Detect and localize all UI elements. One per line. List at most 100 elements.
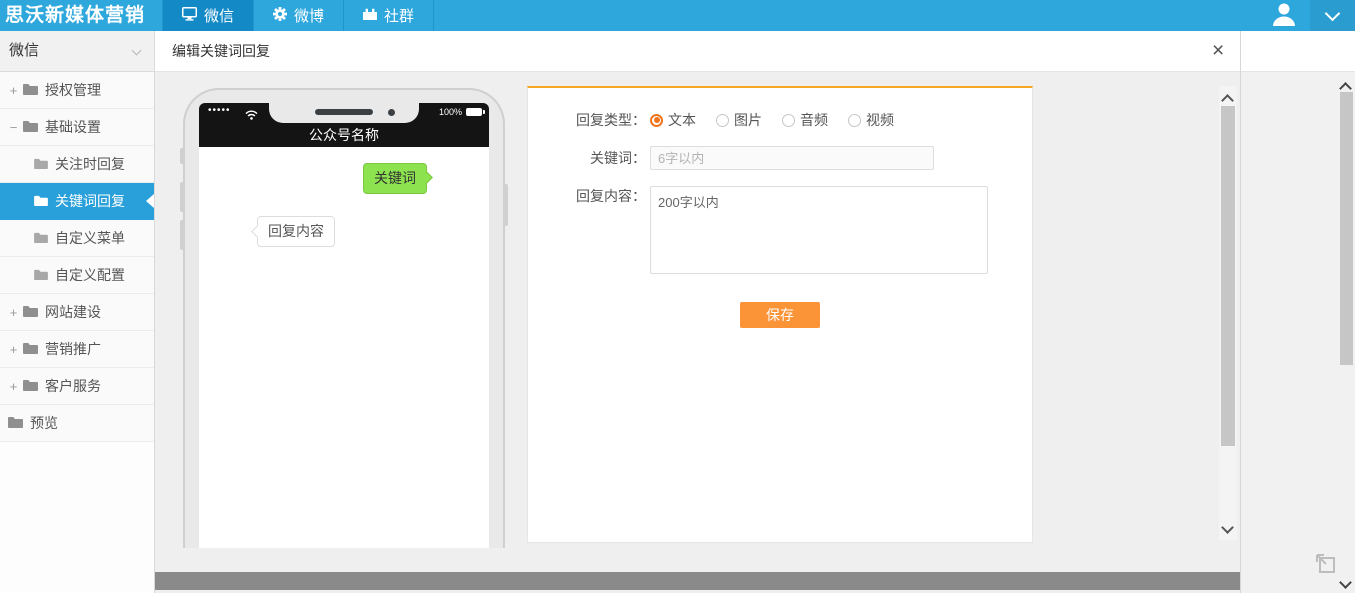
tab-weixin[interactable]: 微信 [162, 0, 253, 31]
sidebar: 微信 + 授权管理 − 基础设置 关注时回复 关键词回复 自定义菜单 [0, 31, 155, 593]
radio-option-video[interactable]: 视频 [848, 110, 894, 130]
sidebar-item-kehufuwu[interactable]: + 客户服务 [0, 368, 154, 405]
sidebar-section-header[interactable]: 微信 [0, 31, 154, 72]
wifi-icon [245, 107, 258, 125]
folder-icon [34, 156, 48, 172]
keyword-bubble: 关键词 [363, 163, 427, 194]
keyword-input[interactable] [650, 146, 934, 170]
chevron-down-icon [1325, 5, 1341, 21]
expand-plus-icon[interactable]: + [8, 379, 19, 394]
battery-percent: 100% [439, 107, 462, 117]
sidebar-item-jichushezhi[interactable]: − 基础设置 [0, 109, 154, 146]
tab-weibo[interactable]: 微博 [253, 0, 343, 31]
expand-plus-icon[interactable]: + [8, 83, 19, 98]
sidebar-item-guanjiancihuifu[interactable]: 关键词回复 [0, 183, 154, 220]
reply-content-textarea[interactable]: 200字以内 [650, 186, 988, 274]
modal-header: 编辑关键词回复 × [155, 31, 1355, 72]
scroll-down-arrow[interactable] [1221, 521, 1234, 534]
chevron-down-icon [132, 46, 142, 56]
save-row: 保存 [528, 302, 1032, 328]
sidebar-item-label: 客户服务 [45, 376, 101, 396]
sidebar-item-label: 自定义配置 [55, 265, 125, 285]
keyword-row: 关键词： [528, 146, 1032, 170]
reply-bubble: 回复内容 [257, 216, 335, 247]
radio-label: 视频 [866, 110, 894, 130]
radio-icon[interactable] [782, 114, 795, 127]
collapse-minus-icon[interactable]: − [8, 120, 19, 135]
horizontal-scrollbar[interactable] [155, 572, 1240, 590]
sidebar-item-label: 营销推广 [45, 339, 101, 359]
horizontal-scrollbar-thumb[interactable] [155, 572, 1240, 590]
reply-type-label: 回复类型： [528, 110, 646, 130]
community-icon [363, 7, 377, 24]
reply-type-row: 回复类型： 文本 图片 音频 [528, 110, 1032, 130]
app-logo[interactable]: 思沃新媒体营销 [0, 0, 162, 31]
radio-icon[interactable] [716, 114, 729, 127]
radio-option-text[interactable]: 文本 [650, 110, 696, 130]
camera-dot [388, 109, 395, 116]
selected-item-arrow [146, 194, 154, 208]
radio-icon[interactable] [848, 114, 861, 127]
folder-icon [23, 304, 38, 320]
browser-vertical-scrollbar[interactable] [1337, 72, 1355, 593]
phone-mute-switch [180, 148, 184, 164]
tab-shequn[interactable]: 社群 [343, 0, 434, 31]
signal-strength-icon: ••••• [208, 105, 231, 116]
official-account-title: 公众号名称 [199, 125, 489, 145]
save-button[interactable]: 保存 [740, 302, 820, 328]
sidebar-item-label: 授权管理 [45, 80, 101, 100]
user-avatar-button[interactable] [1257, 0, 1310, 31]
top-tabs: 微信 微博 社群 [162, 0, 434, 31]
keyword-reply-form: 回复类型： 文本 图片 音频 [527, 86, 1033, 543]
sidebar-item-label: 自定义菜单 [55, 228, 125, 248]
user-avatar-icon [1271, 1, 1297, 31]
expand-plus-icon[interactable]: + [8, 342, 19, 357]
modal-content: ••••• 100% 公众号名称 关键词 回 [155, 72, 1240, 593]
sidebar-item-zidingyicaidan[interactable]: 自定义菜单 [0, 220, 154, 257]
inner-vertical-scrollbar[interactable] [1219, 86, 1237, 540]
scroll-up-arrow[interactable] [1221, 94, 1234, 107]
topbar-right [1257, 0, 1355, 31]
radio-label: 图片 [734, 110, 762, 130]
sidebar-item-label: 关键词回复 [55, 191, 125, 211]
folder-icon [34, 230, 48, 246]
folder-icon [23, 82, 38, 98]
expand-plus-icon[interactable]: + [8, 305, 19, 320]
account-dropdown-button[interactable] [1310, 0, 1355, 31]
sidebar-item-label: 预览 [30, 413, 58, 433]
modal-title: 编辑关键词回复 [172, 31, 270, 71]
sidebar-item-label: 关注时回复 [55, 154, 125, 174]
scrollbar-thumb[interactable] [1221, 106, 1235, 446]
scroll-down-arrow[interactable] [1339, 576, 1352, 589]
radio-selected-icon[interactable] [650, 114, 663, 127]
folder-icon [34, 193, 48, 209]
battery-icon [466, 108, 482, 116]
phone-header: ••••• 100% 公众号名称 [199, 103, 489, 147]
keyword-label: 关键词： [528, 148, 646, 168]
folder-icon [23, 119, 38, 135]
tab-label: 社群 [384, 5, 414, 26]
radio-label: 音频 [800, 110, 828, 130]
sidebar-item-zidingyipeizhi[interactable]: 自定义配置 [0, 257, 154, 294]
radio-option-image[interactable]: 图片 [716, 110, 762, 130]
tab-label: 微信 [204, 5, 234, 26]
sidebar-item-yulan[interactable]: 预览 [0, 405, 154, 442]
close-icon[interactable]: × [1206, 38, 1230, 64]
reply-content-label: 回复内容： [528, 186, 646, 206]
sidebar-item-shouquanguanli[interactable]: + 授权管理 [0, 72, 154, 109]
app-window: 思沃新媒体营销 微信 微博 社群 [0, 0, 1355, 593]
gear-icon [273, 7, 287, 25]
scrollbar-thumb[interactable] [1340, 92, 1353, 365]
sidebar-item-label: 网站建设 [45, 302, 101, 322]
sidebar-item-wangzhanjianshe[interactable]: + 网站建设 [0, 294, 154, 331]
phone-screen: ••••• 100% 公众号名称 关键词 回 [199, 103, 489, 548]
sidebar-item-guanzhushihuifu[interactable]: 关注时回复 [0, 146, 154, 183]
folder-icon [23, 341, 38, 357]
phone-preview: ••••• 100% 公众号名称 关键词 回 [183, 88, 505, 548]
page-background-right [1241, 72, 1337, 593]
radio-option-audio[interactable]: 音频 [782, 110, 828, 130]
popout-restore-icon[interactable] [1314, 552, 1338, 576]
sidebar-item-yingxiaotuiguang[interactable]: + 营销推广 [0, 331, 154, 368]
speaker-slot [315, 109, 373, 115]
phone-notch [269, 103, 419, 123]
